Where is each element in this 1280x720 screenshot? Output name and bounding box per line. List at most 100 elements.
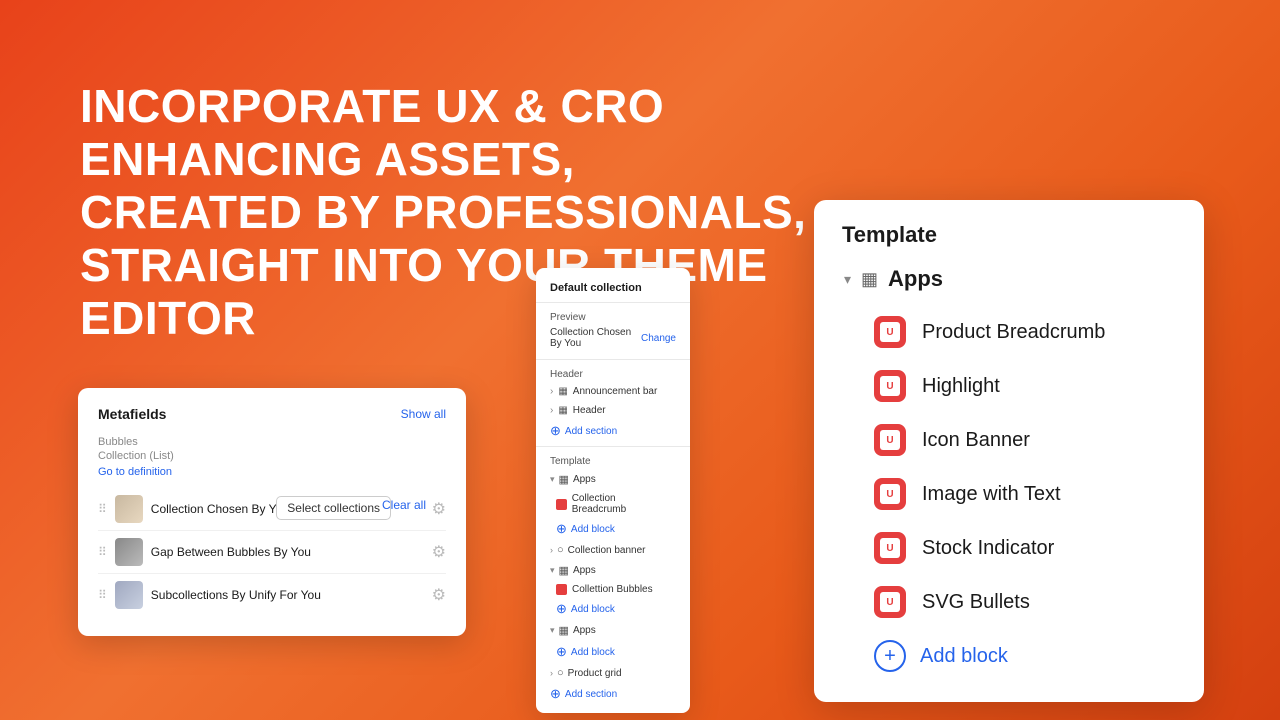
item-name: Subcollections By Unify For You [151, 588, 424, 602]
app-icon-image-with-text: U [874, 478, 906, 510]
app-block-icon [556, 584, 567, 595]
add-block-button-2[interactable]: ⊕ Add block [536, 598, 690, 620]
item-options-icon[interactable]: ⚙ [432, 542, 446, 562]
apps-icon: ▦ [559, 473, 569, 486]
metafields-title: Metafields [98, 406, 166, 422]
highlight-label: Highlight [922, 375, 1000, 398]
expand-icon: › [550, 405, 553, 416]
product-grid-item[interactable]: › ○ Product grid [536, 663, 690, 683]
product-breadcrumb-label: Product Breadcrumb [922, 321, 1105, 344]
add-section-label-2: Add section [565, 689, 617, 700]
metafields-card: Metafields Show all Bubbles Collection (… [78, 388, 466, 636]
item-thumbnail [115, 581, 143, 609]
list-item[interactable]: U Stock Indicator [842, 522, 1176, 574]
header-label: Header [573, 405, 606, 416]
theme-editor-panel: Default collection Preview Collection Ch… [536, 268, 690, 713]
add-block-button[interactable]: + Add block [842, 628, 1176, 676]
collection-bubbles-label: Collettion Bubbles [572, 584, 653, 595]
item-thumbnail [115, 495, 143, 523]
add-section-label-1: Add section [565, 426, 617, 437]
grid-icon: ○ [557, 667, 564, 679]
apps-icon: ▦ [559, 564, 569, 577]
item-name: Gap Between Bubbles By You [151, 545, 424, 559]
drag-handle-icon[interactable]: ⠿ [98, 545, 107, 559]
add-block-circle-icon: + [874, 640, 906, 672]
item-options-icon[interactable]: ⚙ [432, 585, 446, 605]
apps-group-2[interactable]: ▾ ▦ Apps [536, 560, 690, 581]
announcement-bar-label: Announcement bar [573, 386, 658, 397]
add-block-label-3: Add block [571, 647, 615, 658]
table-row: ⠿ Subcollections By Unify For You ⚙ [98, 574, 446, 616]
clear-all-button[interactable]: Clear all [382, 498, 426, 512]
panel-title: Default collection [536, 282, 690, 298]
plus-icon: + [884, 646, 896, 666]
app-icon-svg-bullets: U [874, 586, 906, 618]
chevron-down-icon: ▾ [550, 565, 555, 576]
apps-group-1[interactable]: ▾ ▦ Apps [536, 469, 690, 490]
app-icon-product-breadcrumb: U [874, 316, 906, 348]
table-row: ⠿ Gap Between Bubbles By You ⚙ [98, 531, 446, 574]
collection-breadcrumb-item[interactable]: Collection Breadcrumb [536, 490, 690, 518]
header-icon: ▦ [558, 405, 567, 416]
add-block-button-3[interactable]: ⊕ Add block [536, 641, 690, 663]
app-icon-stock-indicator: U [874, 532, 906, 564]
apps-group-3[interactable]: ▾ ▦ Apps [536, 620, 690, 641]
apps-label-1: Apps [573, 474, 596, 485]
add-block-label-1: Add block [571, 524, 615, 535]
add-section-button-1[interactable]: ⊕ Add section [536, 420, 690, 442]
announcement-bar-icon: ▦ [558, 386, 567, 397]
product-grid-label: Product grid [568, 668, 622, 679]
icon-banner-label: Icon Banner [922, 429, 1030, 452]
metafields-show-all-link[interactable]: Show all [401, 407, 446, 421]
apps-section-header: ▾ ▦ Apps [842, 266, 1176, 292]
drag-handle-icon[interactable]: ⠿ [98, 502, 107, 516]
chevron-icon: › [550, 668, 553, 678]
apps-section-label: Apps [888, 266, 943, 292]
collection-bubbles-item[interactable]: Collettion Bubbles [536, 581, 690, 598]
preview-label: Preview [536, 307, 690, 325]
apps-grid-icon: ▦ [861, 269, 878, 290]
svg-bullets-label: SVG Bullets [922, 591, 1030, 614]
apps-chevron-icon[interactable]: ▾ [844, 271, 851, 288]
header-item[interactable]: › ▦ Header [536, 401, 690, 420]
app-block-icon [556, 499, 567, 510]
chevron-down-icon: ▾ [550, 474, 555, 485]
header-section-label: Header [536, 364, 690, 382]
apps-label-3: Apps [573, 625, 596, 636]
collection-icon: ○ [557, 544, 564, 556]
plus-circle-icon: ⊕ [550, 423, 561, 439]
stock-indicator-label: Stock Indicator [922, 537, 1054, 560]
plus-circle-icon: ⊕ [556, 521, 567, 537]
apps-icon: ▦ [559, 624, 569, 637]
add-block-label: Add block [920, 645, 1008, 668]
expand-icon: › [550, 386, 553, 397]
item-options-icon[interactable]: ⚙ [432, 499, 446, 519]
select-collections-button[interactable]: Select collections [276, 496, 391, 520]
app-icon-icon-banner: U [874, 424, 906, 456]
list-item[interactable]: U Product Breadcrumb [842, 306, 1176, 358]
change-link[interactable]: Change [641, 333, 676, 344]
add-section-button-2[interactable]: ⊕ Add section [536, 683, 690, 705]
preview-value: Collection Chosen By You [550, 327, 641, 349]
plus-circle-icon: ⊕ [556, 644, 567, 660]
template-panel-title: Template [842, 222, 1176, 248]
list-item[interactable]: U SVG Bullets [842, 576, 1176, 628]
announcement-bar-item[interactable]: › ▦ Announcement bar [536, 382, 690, 401]
list-item[interactable]: U Icon Banner [842, 414, 1176, 466]
image-with-text-label: Image with Text [922, 483, 1061, 506]
drag-handle-icon[interactable]: ⠿ [98, 588, 107, 602]
main-headline: INCORPORATE UX & CRO ENHANCING ASSETS, C… [80, 80, 860, 344]
list-item[interactable]: U Image with Text [842, 468, 1176, 520]
chevron-down-icon: ▾ [550, 625, 555, 636]
collection-breadcrumb-label: Collection Breadcrumb [572, 493, 670, 515]
app-icon-highlight: U [874, 370, 906, 402]
list-item[interactable]: U Highlight [842, 360, 1176, 412]
go-to-definition-link[interactable]: Go to definition [98, 466, 446, 478]
metafields-field-name: Bubbles Collection (List) [98, 434, 446, 462]
collection-banner-label: Collection banner [568, 545, 646, 556]
app-items-list: U Product Breadcrumb U Highlight U Icon … [842, 306, 1176, 628]
add-block-button-1[interactable]: ⊕ Add block [536, 518, 690, 540]
add-block-label-2: Add block [571, 604, 615, 615]
collection-banner-item[interactable]: › ○ Collection banner [536, 540, 690, 560]
item-thumbnail [115, 538, 143, 566]
